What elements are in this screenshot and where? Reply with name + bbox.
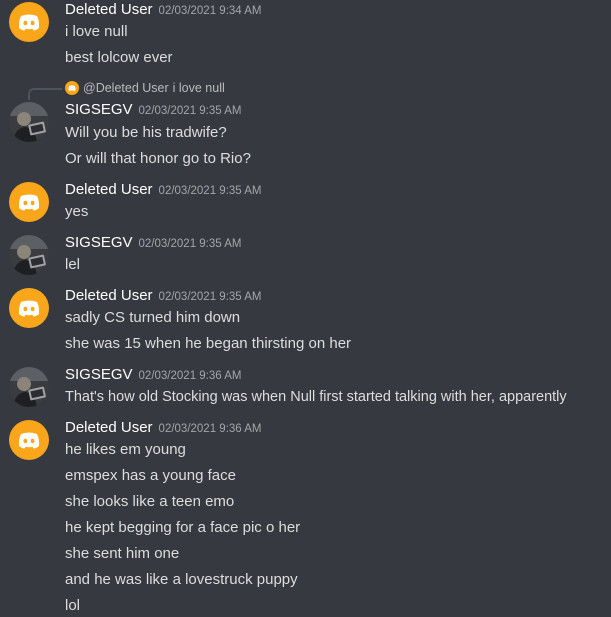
message-text: lol — [65, 597, 81, 614]
message-text: he likes em young — [65, 441, 186, 458]
discord-logo-icon — [18, 194, 40, 211]
username[interactable]: SIGSEGV — [65, 233, 133, 253]
message-text: she sent him one — [65, 545, 180, 562]
discord-logo-icon — [18, 432, 40, 449]
timestamp: 02/03/2021 9:36 AM — [158, 423, 262, 435]
message-text: That's how old Stocking was when Null fi… — [65, 389, 567, 405]
message-text: best lolcow ever — [65, 49, 173, 66]
message-text: she was 15 when he began thirsting on he… — [65, 335, 352, 352]
discord-logo-icon — [18, 14, 40, 31]
message-text: lel — [65, 256, 81, 273]
username[interactable]: Deleted User — [65, 0, 153, 20]
reply-preview[interactable]: @Deleted User i love null — [65, 79, 225, 97]
avatar[interactable] — [9, 182, 49, 222]
message-text: she looks like a teen emo — [65, 493, 235, 510]
user-photo-icon — [9, 235, 49, 275]
message-text: he kept begging for a face pic o her — [65, 519, 301, 536]
reply-connector — [28, 88, 62, 100]
avatar[interactable] — [9, 288, 49, 328]
user-photo-icon — [9, 102, 49, 142]
avatar[interactable] — [9, 420, 49, 460]
timestamp: 02/03/2021 9:35 AM — [158, 291, 262, 303]
avatar[interactable] — [9, 2, 49, 42]
discord-logo-icon — [68, 85, 76, 91]
username[interactable]: Deleted User — [65, 286, 153, 306]
message-text: yes — [65, 203, 89, 220]
timestamp: 02/03/2021 9:35 AM — [158, 185, 262, 197]
message-text: i love null — [65, 23, 128, 40]
discord-logo-icon — [18, 300, 40, 317]
reply-mention[interactable]: @Deleted User — [83, 81, 169, 95]
avatar[interactable] — [9, 367, 49, 407]
message-text: and he was like a lovestruck puppy — [65, 571, 298, 588]
chat-log: Deleted User 02/03/2021 9:34 AM i love nu… — [0, 0, 611, 617]
username[interactable]: Deleted User — [65, 180, 153, 200]
message-text: Or will that honor go to Rio? — [65, 150, 251, 167]
timestamp: 02/03/2021 9:36 AM — [138, 370, 242, 382]
avatar[interactable] — [9, 102, 49, 142]
timestamp: 02/03/2021 9:34 AM — [158, 5, 262, 17]
username[interactable]: Deleted User — [65, 418, 153, 438]
timestamp: 02/03/2021 9:35 AM — [138, 238, 242, 250]
reply-avatar — [65, 81, 79, 95]
timestamp: 02/03/2021 9:35 AM — [138, 105, 242, 117]
username[interactable]: SIGSEGV — [65, 365, 133, 385]
message-text: emspex has a young face — [65, 467, 236, 484]
user-photo-icon — [9, 367, 49, 407]
reply-text: i love null — [172, 81, 225, 95]
avatar[interactable] — [9, 235, 49, 275]
message-text: Will you be his tradwife? — [65, 124, 227, 141]
username[interactable]: SIGSEGV — [65, 100, 133, 120]
message-text: sadly CS turned him down — [65, 309, 241, 326]
